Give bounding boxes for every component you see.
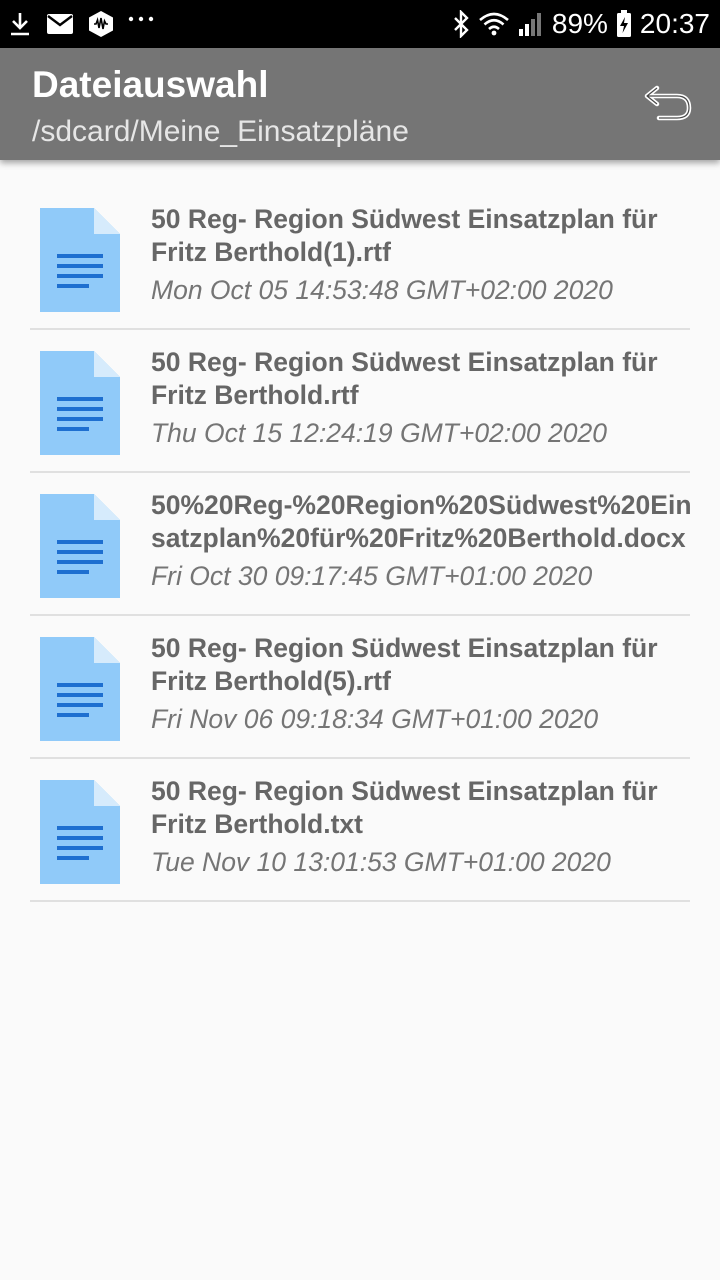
download-icon	[8, 11, 32, 37]
signal-icon	[518, 11, 544, 37]
file-name: 50 Reg- Region Südwest Einsatzplan für F…	[151, 347, 658, 410]
status-bar-system: 89% 20:37	[452, 0, 710, 48]
file-name: 50 Reg- Region Südwest Einsatzplan für F…	[151, 633, 658, 696]
file-date: Mon Oct 05 14:53:48 GMT+02:00 2020	[151, 275, 613, 305]
file-name: 50 Reg- Region Südwest Einsatzplan für F…	[151, 776, 658, 839]
document-icon	[38, 635, 122, 743]
file-name: 50 Reg- Region Südwest Einsatzplan für F…	[151, 204, 658, 267]
document-icon	[38, 206, 122, 314]
file-list: 50 Reg- Region Südwest Einsatzplan für F…	[30, 187, 692, 902]
back-button[interactable]	[640, 80, 696, 128]
document-icon	[38, 778, 122, 886]
app-notification-icon	[88, 10, 114, 38]
back-arrow-icon	[643, 82, 693, 127]
wifi-icon	[478, 11, 510, 37]
battery-charging-icon	[616, 10, 632, 38]
page-title: Dateiauswahl	[32, 64, 269, 105]
file-item[interactable]: 50 Reg- Region Südwest Einsatzplan für F…	[30, 187, 690, 330]
file-item[interactable]: 50%20Reg-%20Region%20Südwest%20Ein satzp…	[30, 473, 692, 616]
clock: 20:37	[639, 8, 710, 39]
file-date: Thu Oct 15 12:24:19 GMT+02:00 2020	[151, 418, 607, 448]
current-path: /sdcard/Meine_Einsatzpläne	[32, 115, 409, 148]
file-date: Tue Nov 10 13:01:53 GMT+01:00 2020	[151, 847, 611, 877]
file-item[interactable]: 50 Reg- Region Südwest Einsatzplan für F…	[30, 759, 690, 902]
file-name: 50%20Reg-%20Region%20Südwest%20Ein satzp…	[151, 490, 692, 553]
document-icon	[38, 492, 122, 600]
bluetooth-icon	[452, 10, 470, 38]
file-date: Fri Oct 30 09:17:45 GMT+01:00 2020	[151, 561, 593, 591]
app-bar: Dateiauswahl /sdcard/Meine_Einsatzpläne	[0, 48, 720, 160]
file-item[interactable]: 50 Reg- Region Südwest Einsatzplan für F…	[30, 616, 690, 759]
file-date: Fri Nov 06 09:18:34 GMT+01:00 2020	[151, 704, 599, 734]
status-bar: 89% 20:37	[0, 0, 720, 48]
status-bar-notifications	[8, 0, 168, 48]
mail-icon	[46, 13, 74, 35]
more-notifications-icon	[128, 15, 154, 23]
document-icon	[38, 349, 122, 457]
battery-percent: 89%	[551, 8, 608, 39]
file-item[interactable]: 50 Reg- Region Südwest Einsatzplan für F…	[30, 330, 690, 473]
